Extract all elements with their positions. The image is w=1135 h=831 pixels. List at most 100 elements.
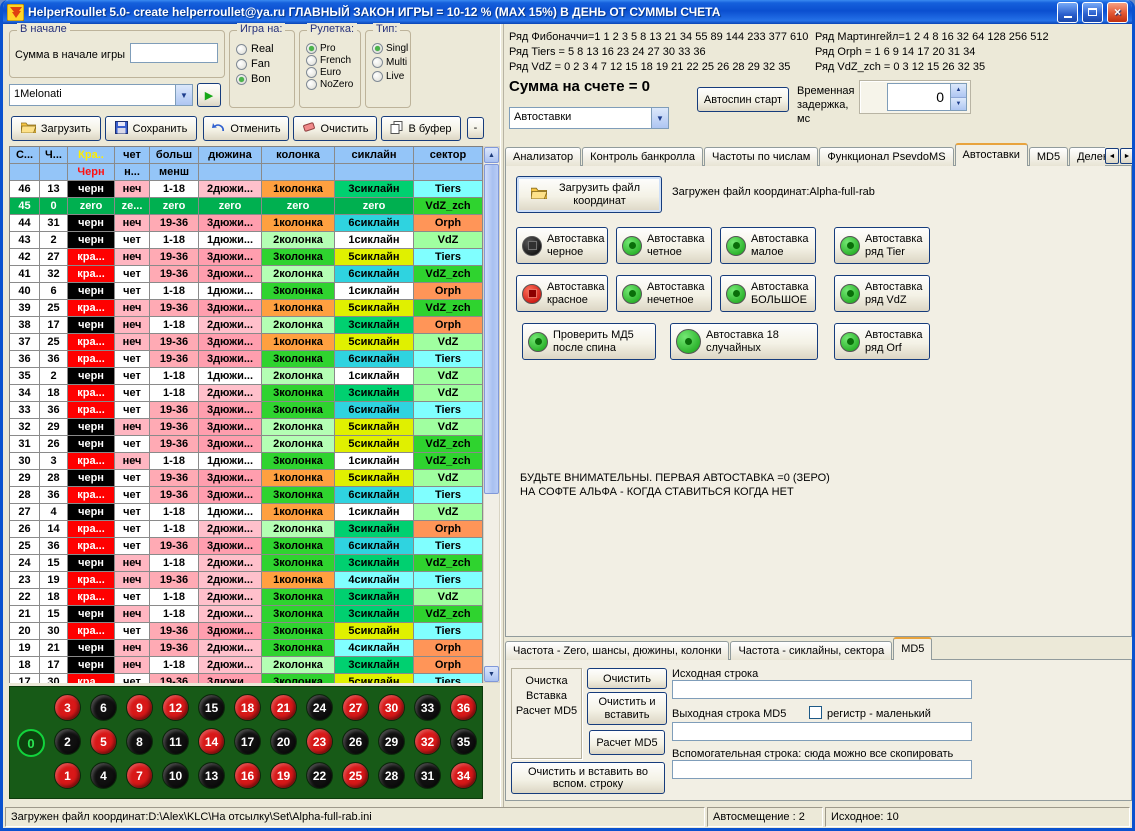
autobet-button-2[interactable]: Автоставка четное <box>616 227 712 264</box>
tab-автоставки[interactable]: Автоставки <box>955 143 1028 166</box>
spin-up-icon[interactable]: ▲ <box>951 84 966 98</box>
table-row[interactable]: 450zeroze...zerozerozerozeroVdZ_zch <box>10 198 483 215</box>
spin-down-icon[interactable]: ▼ <box>951 98 966 111</box>
tabs-scroll-right-icon[interactable]: ► <box>1120 148 1134 164</box>
md5-clear-insert-aux-button[interactable]: Очистить и вставить во вспом. строку <box>511 762 665 794</box>
radio-option-live[interactable]: Live <box>372 71 408 82</box>
close-button[interactable]: × <box>1107 2 1128 23</box>
board-number-9[interactable]: 9 <box>126 694 153 721</box>
table-row[interactable]: 3229черннеч19-363дюжи...2колонка5сиклайн… <box>10 419 483 436</box>
board-number-7[interactable]: 7 <box>126 762 153 789</box>
table-row[interactable]: 4227кра...неч19-363дюжи...3колонка5сикла… <box>10 249 483 266</box>
output-string-input[interactable] <box>672 722 972 741</box>
title-bar[interactable]: HelperRoullet 5.0- create helperroullet@… <box>3 0 1132 24</box>
board-number-3[interactable]: 3 <box>54 694 81 721</box>
board-number-25[interactable]: 25 <box>342 762 369 789</box>
board-number-15[interactable]: 15 <box>198 694 225 721</box>
board-number-10[interactable]: 10 <box>162 762 189 789</box>
undo-button[interactable]: Отменить <box>203 116 289 141</box>
table-row[interactable]: 3725кра...неч19-363дюжи...1колонка5сикла… <box>10 334 483 351</box>
radio-option-multi[interactable]: Multi <box>372 57 408 68</box>
board-number-33[interactable]: 33 <box>414 694 441 721</box>
preset-combobox[interactable]: 1Melonati ▼ <box>9 84 193 106</box>
autobet-button-6[interactable]: Автоставка нечетное <box>616 275 712 312</box>
source-string-input[interactable] <box>672 680 972 699</box>
board-number-26[interactable]: 26 <box>342 728 369 755</box>
board-number-19[interactable]: 19 <box>270 762 297 789</box>
table-row[interactable]: 1921черннеч19-362дюжи...3колонка4сиклайн… <box>10 640 483 657</box>
tab-частота-сиклайны-сектора[interactable]: Частота - сиклайны, сектора <box>730 641 892 660</box>
board-number-17[interactable]: 17 <box>234 728 261 755</box>
play-button[interactable]: ▶ <box>197 83 221 107</box>
autobet-button-3[interactable]: Автоставка малое <box>720 227 816 264</box>
board-number-13[interactable]: 13 <box>198 762 225 789</box>
board-number-14[interactable]: 14 <box>198 728 225 755</box>
table-row[interactable]: 3925кра...неч19-363дюжи...1колонка5сикла… <box>10 300 483 317</box>
table-row[interactable]: 4613черннеч1-182дюжи...1колонка3сиклайнT… <box>10 181 483 198</box>
lowercase-checkbox[interactable] <box>809 706 822 719</box>
table-row[interactable]: 406чернчет1-181дюжи...3колонка1сиклайнOr… <box>10 283 483 300</box>
table-row[interactable]: 274чернчет1-181дюжи...1колонка1сиклайнVd… <box>10 504 483 521</box>
board-number-20[interactable]: 20 <box>270 728 297 755</box>
table-row[interactable]: 4132кра...чет19-363дюжи...2колонка6сикла… <box>10 266 483 283</box>
autobet-button-8[interactable]: Автоставка ряд VdZ <box>834 275 930 312</box>
radio-option-fan[interactable]: Fan <box>236 58 274 70</box>
md5-clear-insert-button[interactable]: Очистить и вставить <box>587 692 667 725</box>
maximize-button[interactable] <box>1082 2 1103 23</box>
table-row[interactable]: 3817черннеч1-182дюжи...2колонка3сиклайнO… <box>10 317 483 334</box>
scroll-down-icon[interactable]: ▼ <box>484 666 499 682</box>
chevron-down-icon[interactable]: ▼ <box>175 85 192 105</box>
tab-md5[interactable]: MD5 <box>893 637 932 660</box>
board-number-28[interactable]: 28 <box>378 762 405 789</box>
autobet-button-5[interactable]: Автоставка красное <box>516 275 608 312</box>
board-number-4[interactable]: 4 <box>90 762 117 789</box>
table-row[interactable]: 2218кра...чет1-182дюжи...3колонка3сиклай… <box>10 589 483 606</box>
tab-делени[interactable]: Делени <box>1069 147 1105 166</box>
autobet-button-1[interactable]: Автоставка черное <box>516 227 608 264</box>
table-scrollbar[interactable]: ▲ ▼ <box>483 146 500 683</box>
minus-button[interactable]: - <box>467 117 484 139</box>
board-number-27[interactable]: 27 <box>342 694 369 721</box>
board-number-1[interactable]: 1 <box>54 762 81 789</box>
radio-option-euro[interactable]: Euro <box>306 67 353 78</box>
table-row[interactable]: 1817черннеч1-182дюжи...2колонка3сиклайнO… <box>10 657 483 674</box>
table-row[interactable]: 3636кра...чет19-363дюжи...3колонка6сикла… <box>10 351 483 368</box>
table-row[interactable]: 2030кра...чет19-363дюжи...3колонка5сикла… <box>10 623 483 640</box>
table-row[interactable]: 2319кра...неч19-362дюжи...1колонка4сикла… <box>10 572 483 589</box>
table-row[interactable]: 2536кра...чет19-363дюжи...3колонка6сикла… <box>10 538 483 555</box>
table-row[interactable]: 3126чернчет19-363дюжи...2колонка5сиклайн… <box>10 436 483 453</box>
board-number-23[interactable]: 23 <box>306 728 333 755</box>
autobet-button-11[interactable]: Автоставка ряд Orf <box>834 323 930 360</box>
board-number-2[interactable]: 2 <box>54 728 81 755</box>
tabs-scroll-left-icon[interactable]: ◄ <box>1105 148 1119 164</box>
aux-string-input[interactable] <box>672 760 972 779</box>
board-number-12[interactable]: 12 <box>162 694 189 721</box>
autobet-button-9[interactable]: Проверить МД5 после спина <box>522 323 656 360</box>
load-coordinates-button[interactable]: Загрузить файл координат <box>516 176 662 213</box>
radio-option-real[interactable]: Real <box>236 43 274 55</box>
delay-spinner[interactable]: 0 ▲ ▼ <box>887 83 967 111</box>
board-number-18[interactable]: 18 <box>234 694 261 721</box>
tab-контроль-банкролла[interactable]: Контроль банкролла <box>582 147 703 166</box>
autobet-button-7[interactable]: Автоставка БОЛЬШОЕ <box>720 275 816 312</box>
board-number-31[interactable]: 31 <box>414 762 441 789</box>
radio-option-french[interactable]: French <box>306 55 353 66</box>
save-button[interactable]: Сохранить <box>105 116 197 141</box>
table-row[interactable]: 2614кра...чет1-182дюжи...2колонка3сиклай… <box>10 521 483 538</box>
tab-md5[interactable]: MD5 <box>1029 147 1068 166</box>
board-number-30[interactable]: 30 <box>378 694 405 721</box>
md5-calc-button[interactable]: Расчет MD5 <box>589 730 665 755</box>
table-row[interactable]: 3418кра...чет1-182дюжи...3колонка3сиклай… <box>10 385 483 402</box>
board-number-21[interactable]: 21 <box>270 694 297 721</box>
tab-частота-zero-шансы-дюжины-колонки[interactable]: Частота - Zero, шансы, дюжины, колонки <box>505 641 729 660</box>
board-number-36[interactable]: 36 <box>450 694 477 721</box>
autobet-combobox[interactable]: Автоставки ▼ <box>509 107 669 129</box>
start-sum-input[interactable] <box>130 43 218 63</box>
board-number-32[interactable]: 32 <box>414 728 441 755</box>
autospin-start-button[interactable]: Автоспин старт <box>697 87 789 112</box>
board-number-0[interactable]: 0 <box>17 729 45 757</box>
table-row[interactable]: 2415черннеч1-182дюжи...3колонка3сиклайнV… <box>10 555 483 572</box>
table-row[interactable]: 352чернчет1-181дюжи...2колонка1сиклайнVd… <box>10 368 483 385</box>
radio-option-pro[interactable]: Pro <box>306 43 353 54</box>
table-row[interactable]: 303кра...неч1-181дюжи...3колонка1сиклайн… <box>10 453 483 470</box>
